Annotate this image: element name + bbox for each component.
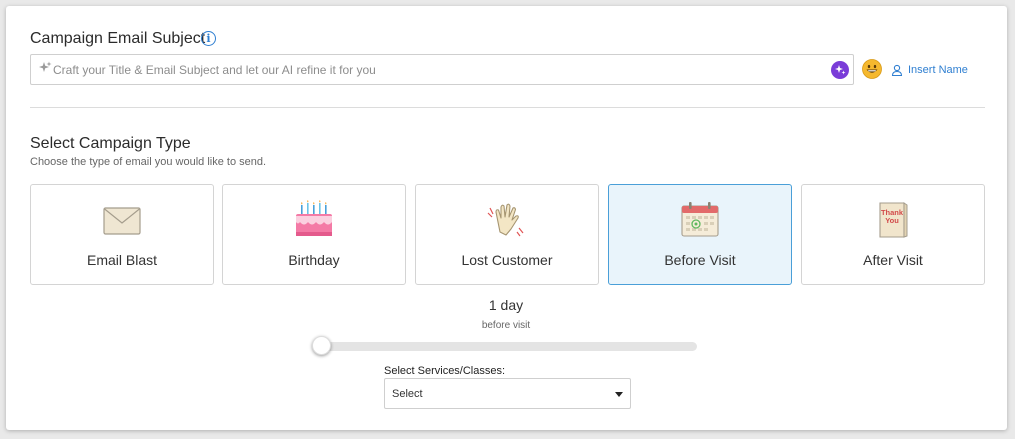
birthday-cake-icon: [296, 200, 332, 236]
section-divider: [30, 107, 985, 108]
user-icon: [891, 64, 903, 76]
info-icon[interactable]: i: [201, 31, 216, 46]
ai-sparkle-icon: [835, 65, 846, 75]
services-select[interactable]: Select: [384, 378, 631, 409]
insert-name-link[interactable]: Insert Name: [891, 64, 968, 76]
campaign-settings-card: Campaign Email Subject i Insert Name Sel…: [6, 6, 1007, 430]
envelope-icon: [103, 207, 141, 235]
timing-value: 1 day: [488, 297, 524, 313]
sparkle-icon: [39, 61, 52, 72]
campaign-type-subtitle: Choose the type of email you would like …: [30, 156, 267, 168]
services-select-label: Select Services/Classes:: [384, 365, 506, 377]
svg-text:You: You: [885, 216, 899, 225]
timing-slider-handle[interactable]: [312, 336, 331, 355]
calendar-icon: [681, 202, 719, 237]
insert-name-label: Insert Name: [908, 64, 968, 76]
ai-refine-button[interactable]: [831, 61, 849, 79]
campaign-type-before-visit[interactable]: Before Visit: [608, 184, 792, 285]
campaign-type-title: Select Campaign Type: [30, 135, 191, 152]
email-subject-field[interactable]: [30, 54, 854, 85]
smiley-emoji-icon[interactable]: [862, 59, 882, 79]
timing-slider-track[interactable]: [317, 342, 697, 351]
campaign-type-after-visit[interactable]: Thank You After Visit: [801, 184, 985, 285]
campaign-type-label: Before Visit: [664, 252, 736, 268]
thank-you-card-icon: Thank You: [879, 202, 908, 238]
campaign-type-label: Email Blast: [86, 252, 158, 268]
campaign-type-label: After Visit: [863, 252, 923, 268]
email-subject-input[interactable]: [53, 55, 823, 84]
timing-unit: before visit: [481, 320, 531, 331]
campaign-type-label: Birthday: [288, 252, 340, 268]
campaign-type-lost-customer[interactable]: Lost Customer: [415, 184, 599, 285]
services-select-value: Select: [392, 388, 423, 400]
chevron-down-icon: [615, 392, 623, 397]
campaign-type-email-blast[interactable]: Email Blast: [30, 184, 214, 285]
campaign-type-label: Lost Customer: [461, 252, 553, 268]
campaign-type-birthday[interactable]: Birthday: [222, 184, 406, 285]
waving-glove-icon: [487, 203, 524, 237]
email-subject-title: Campaign Email Subject: [30, 30, 206, 47]
